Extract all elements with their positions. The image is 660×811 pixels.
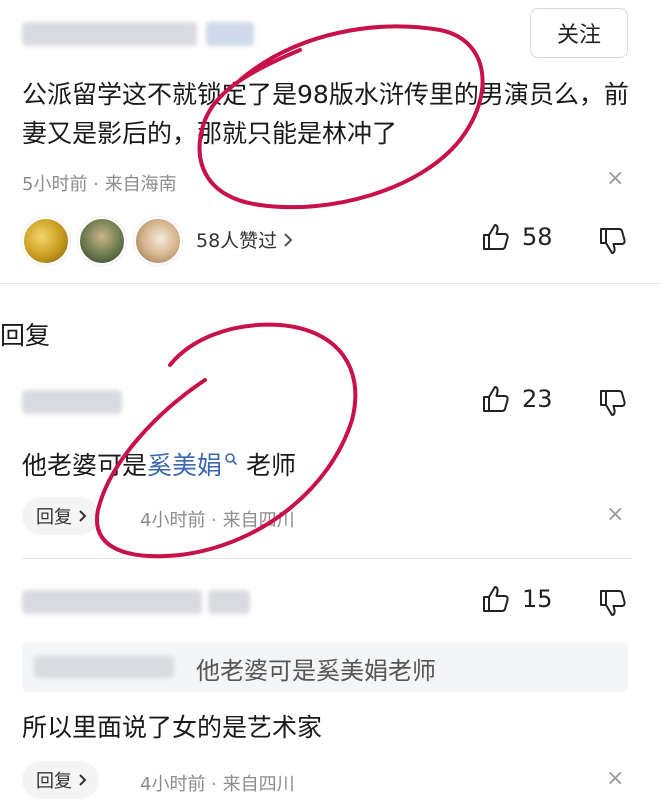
comment-text: 公派留学这不就锁定了是98版水浒传里的男演员么，前妻又是影后的，那就只能是林冲了 bbox=[22, 80, 629, 148]
avatar[interactable] bbox=[22, 217, 70, 265]
thumbs-up-icon bbox=[480, 222, 510, 252]
like-count: 15 bbox=[522, 585, 553, 613]
quoted-text: 他老婆可是奚美娟老师 bbox=[196, 657, 436, 685]
like-button[interactable]: 58 bbox=[480, 222, 553, 252]
likers-label: 58人赞过 bbox=[196, 230, 278, 252]
avatar[interactable] bbox=[78, 217, 126, 265]
chevron-right-icon bbox=[78, 509, 87, 523]
like-button[interactable]: 23 bbox=[480, 384, 553, 414]
dislike-button[interactable] bbox=[597, 388, 627, 418]
user-badge-blurred bbox=[206, 22, 254, 46]
close-icon[interactable]: × bbox=[606, 766, 624, 791]
dislike-button[interactable] bbox=[597, 226, 627, 256]
chevron-right-icon bbox=[283, 232, 293, 248]
reply-button-label: 回复 bbox=[36, 771, 72, 792]
reply-text: 所以里面说了女的是艺术家 bbox=[22, 713, 323, 742]
reply-text-prefix: 他老婆可是 bbox=[22, 451, 148, 480]
dislike-button[interactable] bbox=[597, 588, 627, 618]
thumbs-up-icon bbox=[480, 584, 510, 614]
reply-button[interactable]: 回复 bbox=[22, 497, 99, 535]
username-blurred[interactable] bbox=[22, 590, 202, 614]
close-icon[interactable]: × bbox=[606, 166, 624, 191]
reply-meta: 4小时前 · 来自四川 bbox=[140, 510, 295, 531]
comment-meta: 5小时前 · 来自海南 bbox=[22, 174, 177, 195]
chevron-right-icon bbox=[78, 773, 87, 787]
avatar[interactable] bbox=[134, 217, 182, 265]
reply-meta: 4小时前 · 来自四川 bbox=[140, 774, 295, 795]
search-icon[interactable] bbox=[224, 452, 238, 466]
thumbs-down-icon bbox=[597, 388, 627, 418]
thumbs-down-icon bbox=[597, 588, 627, 618]
mention-link[interactable]: 奚美娟 bbox=[147, 446, 222, 485]
reply-button[interactable]: 回复 bbox=[22, 761, 99, 799]
username-blurred[interactable] bbox=[22, 22, 197, 46]
user-badge-blurred bbox=[208, 590, 250, 614]
likers-link[interactable]: 58人赞过 bbox=[196, 226, 293, 253]
reply-button-label: 回复 bbox=[36, 507, 72, 528]
divider bbox=[22, 558, 632, 559]
divider bbox=[0, 283, 660, 284]
follow-button[interactable]: 关注 bbox=[530, 8, 628, 58]
reply-text-suffix: 老师 bbox=[246, 451, 297, 480]
close-icon[interactable]: × bbox=[606, 502, 624, 527]
reply-text: 他老婆可是 奚美娟 老师 bbox=[22, 446, 296, 485]
thumbs-up-icon bbox=[480, 384, 510, 414]
like-button[interactable]: 15 bbox=[480, 584, 553, 614]
quoted-username-blurred bbox=[34, 656, 174, 678]
username-blurred[interactable] bbox=[22, 390, 122, 414]
thumbs-down-icon bbox=[597, 226, 627, 256]
like-count: 58 bbox=[522, 223, 553, 251]
reply-section-title: 回复 bbox=[0, 321, 51, 350]
like-count: 23 bbox=[522, 385, 553, 413]
